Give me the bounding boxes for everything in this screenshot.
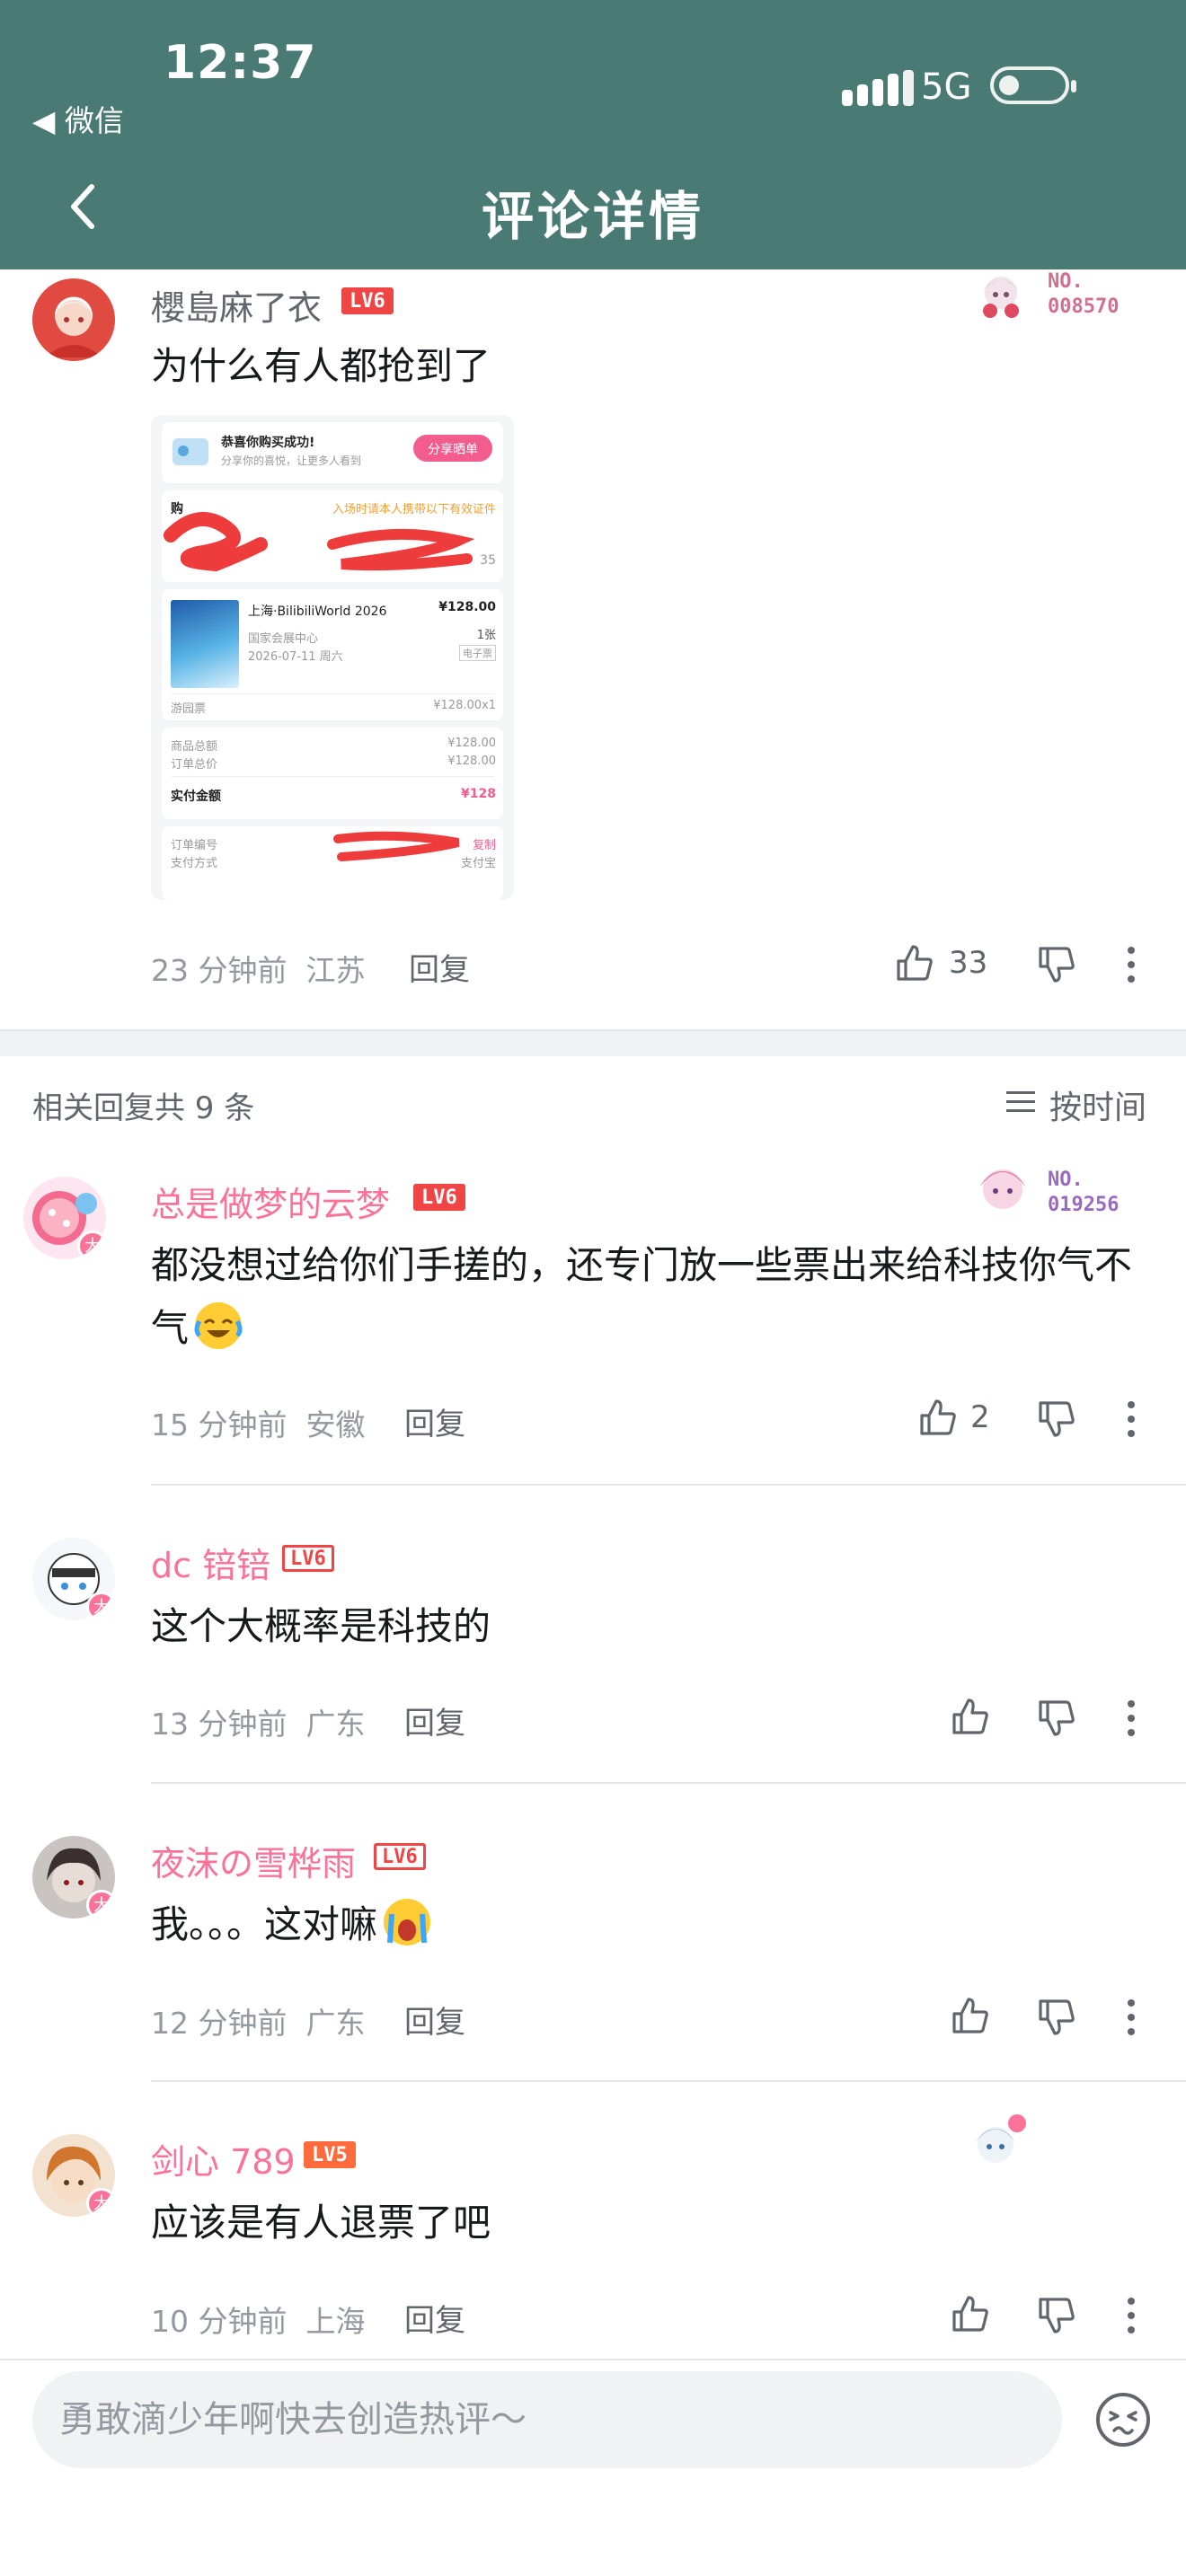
back-to-wechat[interactable]: ◀ 微信 xyxy=(32,97,124,140)
section-divider xyxy=(0,1031,1186,1056)
thumb-down-icon[interactable] xyxy=(1037,1399,1076,1439)
more-icon[interactable] xyxy=(1127,2296,1136,2335)
event-price: ¥128.00 xyxy=(438,600,496,614)
goods-total-label: 商品总额 xyxy=(171,740,218,754)
reply-button[interactable]: 回复 xyxy=(404,1399,465,1443)
sort-list-icon[interactable] xyxy=(1005,1089,1037,1116)
thumb-up-icon[interactable] xyxy=(951,2294,990,2333)
reply-button[interactable]: 回复 xyxy=(404,1998,465,2042)
event-venue: 国家会展中心 xyxy=(248,632,319,646)
page-title: 评论详情 xyxy=(481,186,704,247)
redaction-scribble xyxy=(333,831,460,861)
network-type: 5G xyxy=(921,66,972,108)
fan-badge-icon xyxy=(983,277,1019,318)
avatar[interactable]: 大 xyxy=(23,1177,106,1259)
status-time: 12:37 xyxy=(164,36,317,90)
ticket-qty: 1张 xyxy=(476,629,496,642)
event-date: 2026-07-11 周六 xyxy=(248,650,343,664)
more-icon[interactable] xyxy=(1127,1698,1136,1738)
share-button: 分享晒单 xyxy=(413,435,492,462)
like-count: 33 xyxy=(949,945,988,981)
comment-meta: 15 分钟前 安徽 xyxy=(151,1407,366,1442)
ticket-name: 游园票 xyxy=(171,702,207,716)
thumb-down-icon[interactable] xyxy=(1037,1698,1076,1738)
like-count: 2 xyxy=(970,1399,990,1435)
level-badge: LV6 xyxy=(341,287,394,314)
order-total: ¥128.00 xyxy=(447,754,496,768)
more-icon[interactable] xyxy=(1127,1998,1136,2037)
thumb-up-icon[interactable] xyxy=(918,1398,958,1437)
avatar[interactable]: 大 xyxy=(32,1538,115,1620)
reply-button[interactable]: 回复 xyxy=(404,1698,465,1742)
comment-text: 应该是有人退票了吧 xyxy=(151,2201,491,2245)
level-badge: LV6 xyxy=(413,1184,465,1211)
comment-meta: 23 分钟前 江苏 xyxy=(151,953,366,988)
reply-button[interactable]: 回复 xyxy=(404,2296,465,2340)
order-total-label: 订单总价 xyxy=(171,758,218,772)
number-plate: NO. 019256 xyxy=(1048,1169,1120,1216)
reply-button[interactable]: 回复 xyxy=(409,945,470,989)
top-bar: 12:37 ◀ 微信 5G 评论详情 xyxy=(0,0,1186,269)
comment-text: 这个大概率是科技的 xyxy=(151,1604,491,1648)
username[interactable]: 夜沫の雪桦雨 xyxy=(151,1836,356,1885)
ticket-type: 电子票 xyxy=(459,645,496,661)
crying-emoji-icon xyxy=(384,1899,431,1945)
number-plate: NO. 008570 xyxy=(1048,270,1120,318)
level-badge: LV6 xyxy=(374,1843,426,1870)
signal-icon xyxy=(842,70,914,106)
emoji-icon[interactable] xyxy=(1094,2391,1152,2448)
more-icon[interactable] xyxy=(1127,945,1136,984)
comment-meta: 13 分钟前 广东 xyxy=(151,1707,366,1742)
thumb-down-icon[interactable] xyxy=(1037,1998,1076,2037)
level-badge: LV5 xyxy=(304,2141,356,2168)
paid-amount: ¥128 xyxy=(461,787,496,801)
avatar[interactable] xyxy=(32,278,115,361)
username[interactable]: 总是做梦的云梦 xyxy=(151,1177,390,1226)
comment-text: 我。。。这对嘛 xyxy=(151,1893,433,1956)
comment-input[interactable]: 勇敢滴少年啊快去创造热评～ xyxy=(32,2371,1062,2468)
username[interactable]: 櫻島麻了衣 xyxy=(151,280,322,330)
thumb-up-icon[interactable] xyxy=(895,943,934,983)
more-icon[interactable] xyxy=(1127,1399,1136,1439)
thumb-down-icon[interactable] xyxy=(1037,2296,1076,2335)
event-name: 上海·BilibiliWorld 2026 xyxy=(248,604,387,619)
comment-meta: 10 分钟前 上海 xyxy=(151,2304,366,2339)
fan-badge-icon xyxy=(976,2114,1026,2163)
event-poster xyxy=(171,600,239,688)
success-title: 恭喜你购买成功! xyxy=(221,436,315,450)
reply-count: 相关回复共 9 条 xyxy=(32,1090,255,1126)
crying-laugh-emoji-icon xyxy=(194,1302,243,1349)
sort-button[interactable]: 按时间 xyxy=(1049,1081,1146,1128)
thumb-down-icon[interactable] xyxy=(1037,945,1076,984)
avatar[interactable]: 大 xyxy=(32,2134,115,2217)
username[interactable]: 剑心 789 xyxy=(151,2134,296,2183)
comment-meta: 12 分钟前 广东 xyxy=(151,2006,366,2041)
thumb-up-icon[interactable] xyxy=(951,1996,990,2035)
comment-image[interactable]: 恭喜你购买成功! 分享你的喜悦，让更多人看到 分享晒单 购 入场时请本人携带以下… xyxy=(151,415,514,900)
goods-total: ¥128.00 xyxy=(447,737,496,750)
ticket-icon xyxy=(173,438,208,465)
ticket-line: ¥128.00x1 xyxy=(433,699,496,712)
fan-badge-icon xyxy=(979,1169,1026,1209)
paid-label: 实付金额 xyxy=(171,790,221,804)
battery-icon xyxy=(990,66,1076,104)
avatar[interactable]: 大 xyxy=(32,1836,115,1919)
level-badge: LV6 xyxy=(282,1545,334,1572)
comment-text: 为什么有人都抢到了 xyxy=(151,344,491,388)
username[interactable]: dc 锫锫 xyxy=(151,1538,270,1587)
redaction-scribble xyxy=(164,512,475,572)
comment-text: 都没想过给你们手搓的，还专门放一些票出来给科技你气不气 xyxy=(151,1243,1133,1350)
thumb-up-icon[interactable] xyxy=(951,1697,990,1736)
success-subtitle: 分享你的喜悦，让更多人看到 xyxy=(221,454,362,467)
